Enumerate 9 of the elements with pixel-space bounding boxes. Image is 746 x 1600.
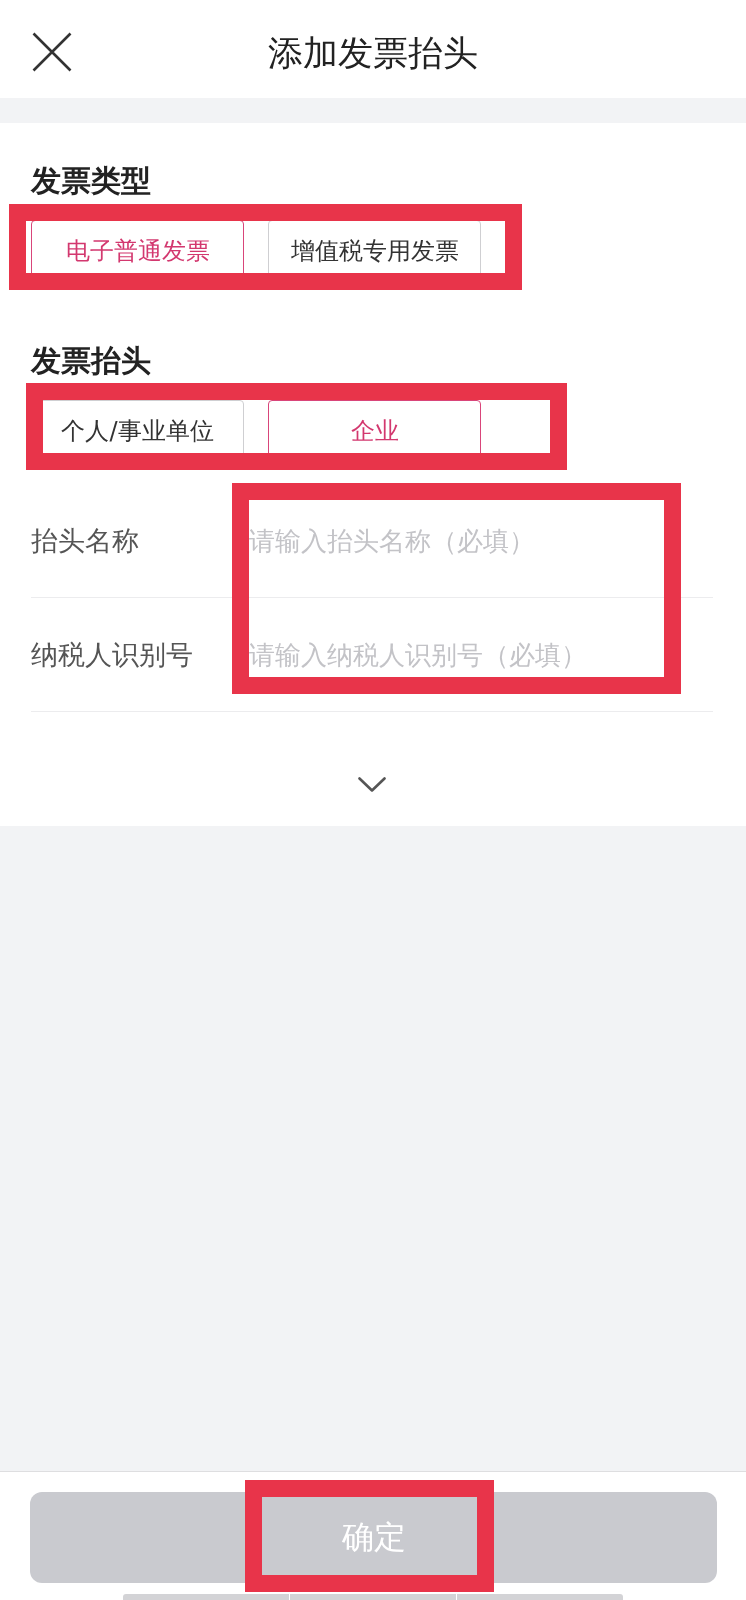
close-icon[interactable] (32, 32, 72, 72)
section-title: 发票类型 (31, 162, 151, 200)
page-title: 添加发票抬头 (268, 32, 478, 75)
field-label: 抬头名称 (31, 523, 140, 558)
section-title: 发票抬头 (31, 342, 151, 380)
field-label: 纳税人识别号 (31, 637, 194, 672)
chevron-down-icon[interactable] (358, 776, 386, 792)
text-input[interactable]: 请输入抬头名称（必填） (249, 520, 713, 561)
text-input[interactable]: 请输入纳税人识别号（必填） (249, 634, 713, 675)
